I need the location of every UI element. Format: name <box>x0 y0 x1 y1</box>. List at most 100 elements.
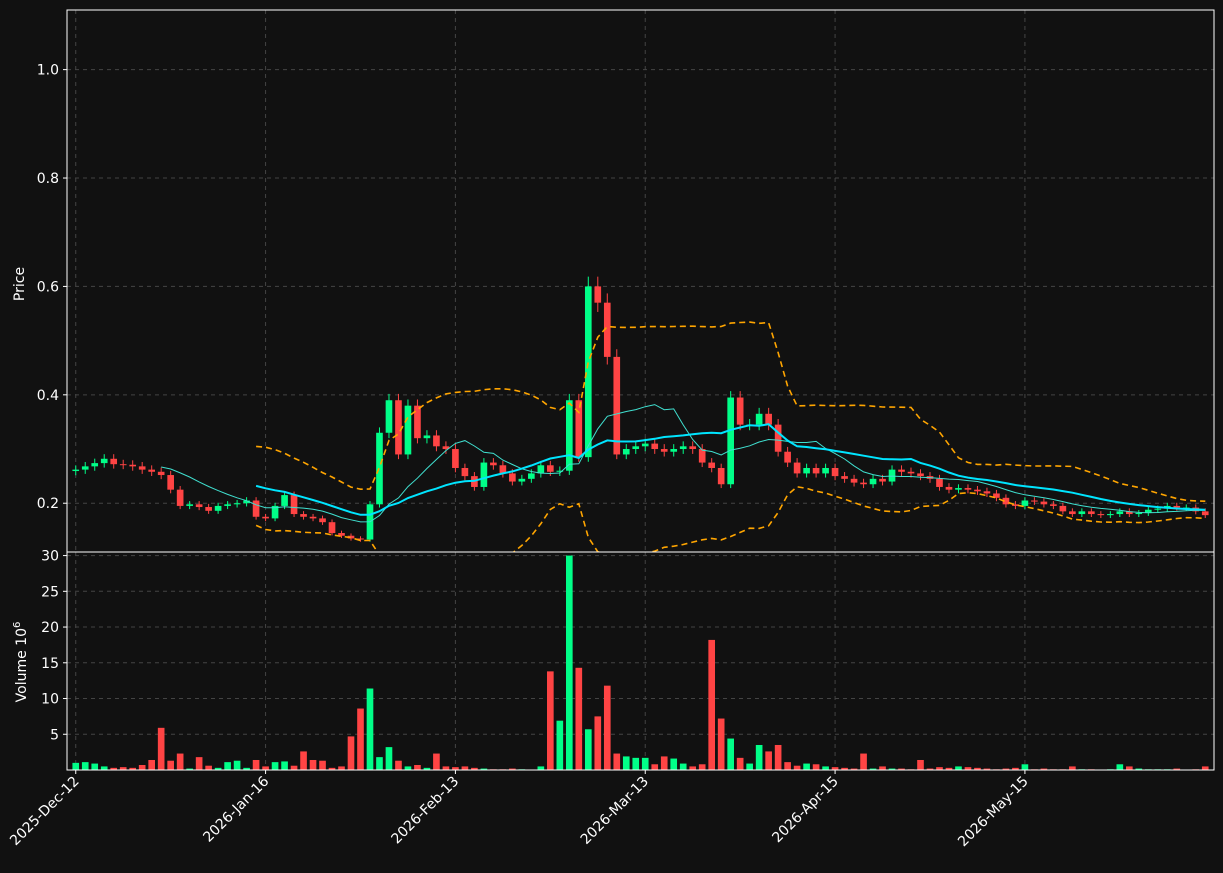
volume-bar <box>537 766 545 770</box>
volume-bar <box>1069 766 1076 770</box>
candle-body <box>584 286 592 458</box>
candle-body <box>660 449 668 452</box>
candle-body <box>964 488 972 490</box>
volume-bar <box>1125 766 1133 770</box>
candle-body <box>205 507 212 511</box>
candle-body <box>300 514 307 517</box>
candle-body <box>717 467 725 485</box>
candle-body <box>774 424 782 452</box>
candle-body <box>81 466 89 470</box>
candle-body <box>72 469 80 472</box>
candle-body <box>138 466 146 470</box>
volume-bar <box>689 766 697 770</box>
candle-body <box>651 443 659 450</box>
volume-bar <box>594 716 602 770</box>
candle-body <box>281 495 288 506</box>
volume-bar <box>917 759 924 770</box>
candle-body <box>670 449 678 452</box>
candle-body <box>110 458 118 465</box>
candle-body <box>214 505 222 511</box>
volume-axis-label-base: 10 <box>14 628 30 646</box>
candle-body <box>490 462 497 466</box>
candle-body <box>1059 505 1067 512</box>
price-axis-label: Price <box>12 267 28 301</box>
candle-body <box>708 462 716 468</box>
candle-body <box>119 464 127 466</box>
candle-body <box>1050 504 1057 506</box>
volume-bar <box>736 757 744 770</box>
volume-bar <box>575 667 583 770</box>
price-tick-label: 0.8 <box>37 171 59 187</box>
candle-body <box>907 471 915 474</box>
volume-bar <box>879 766 886 770</box>
candle-body <box>1135 512 1143 515</box>
volume-bar <box>195 757 203 770</box>
volume-bar <box>746 763 753 770</box>
candle-body <box>461 467 469 477</box>
candle-body <box>689 446 697 450</box>
volume-bar <box>660 756 668 770</box>
candle-body <box>252 500 260 517</box>
volume-bar <box>556 720 564 770</box>
volume-bar <box>72 762 80 770</box>
candle-body <box>765 413 772 425</box>
candle-body <box>850 478 858 483</box>
volume-bar <box>651 764 659 770</box>
volume-bar <box>641 757 649 770</box>
volume-bar <box>347 736 355 770</box>
candle-body <box>727 397 734 485</box>
candle-body <box>936 478 943 487</box>
candle-body <box>233 503 241 505</box>
candle-body <box>1173 505 1181 508</box>
candle-body <box>509 473 516 482</box>
volume-bar <box>300 751 307 770</box>
volume-bar <box>708 639 716 770</box>
candle-body <box>1069 511 1076 515</box>
candle-body <box>328 522 336 534</box>
volume-bar <box>1116 764 1124 770</box>
volume-bar <box>376 757 383 770</box>
candle-body <box>309 516 317 519</box>
candle-body <box>1107 514 1114 516</box>
volume-bar <box>414 764 421 770</box>
price-tick-label: 0.4 <box>37 388 59 404</box>
volume-bar <box>252 759 260 770</box>
candle-body <box>1088 511 1095 515</box>
volume-bar <box>100 766 108 770</box>
volume-tick-label: 15 <box>41 656 59 672</box>
candle-body <box>528 473 535 479</box>
volume-bar <box>547 671 554 770</box>
candle-body <box>784 451 791 463</box>
volume-bar <box>290 765 298 770</box>
candle-body <box>91 463 99 467</box>
candle-body <box>622 449 630 455</box>
candle-body <box>879 478 886 482</box>
candle-body <box>547 465 554 472</box>
candle-body <box>480 462 488 487</box>
volume-bar <box>148 759 156 770</box>
candle-body <box>679 446 687 450</box>
volume-bar <box>632 757 640 770</box>
volume-bar <box>138 764 146 770</box>
volume-bar <box>670 758 678 770</box>
volume-bar <box>271 762 279 770</box>
volume-tick-label: 10 <box>41 692 59 708</box>
candle-body <box>822 467 829 474</box>
volume-bar <box>262 766 269 770</box>
candle-body <box>1021 500 1029 506</box>
volume-bar <box>395 760 402 770</box>
candle-body <box>1201 511 1209 516</box>
candle-body <box>812 467 820 474</box>
volume-bar <box>955 766 962 770</box>
candle-body <box>898 469 905 472</box>
candle-body <box>698 449 706 463</box>
candle-body <box>290 495 298 515</box>
volume-bar <box>774 744 782 770</box>
candle-body <box>1040 501 1048 505</box>
volume-bar <box>812 764 820 770</box>
volume-bar <box>224 762 231 770</box>
volume-bar <box>309 759 317 770</box>
candle-body <box>319 518 326 523</box>
volume-bar <box>622 756 630 770</box>
volume-bar <box>727 738 734 770</box>
